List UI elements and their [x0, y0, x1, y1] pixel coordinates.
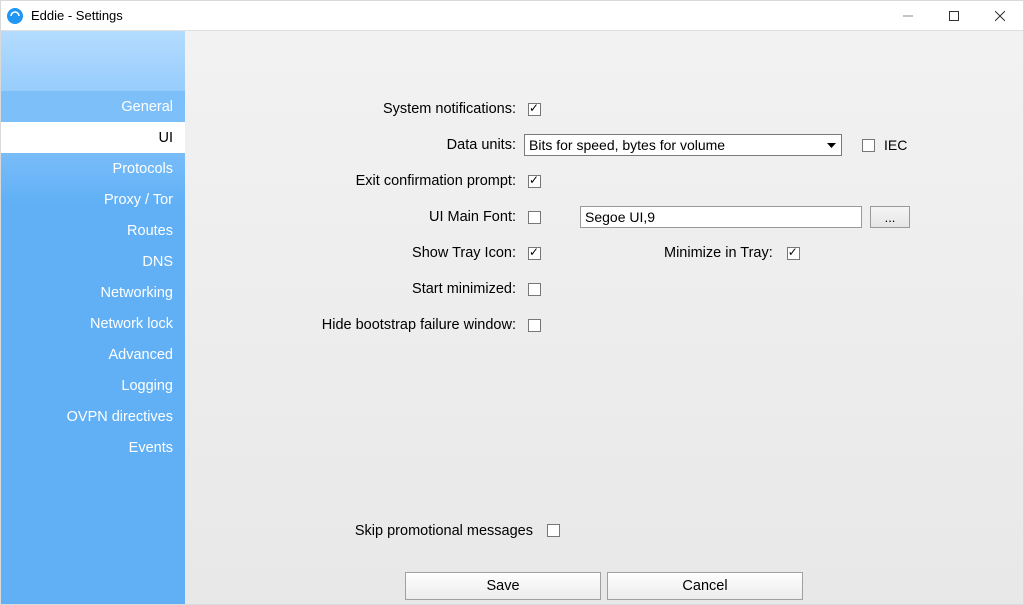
sidebar: General UI Protocols Proxy / Tor Routes … [1, 31, 185, 604]
show-tray-checkbox[interactable] [528, 247, 541, 260]
system-notifications-label: System notifications: [185, 101, 522, 117]
minimize-button[interactable] [885, 1, 931, 31]
ui-font-checkbox[interactable] [528, 211, 541, 224]
exit-confirm-checkbox[interactable] [528, 175, 541, 188]
settings-form: System notifications: Data units: Bits f… [185, 31, 1023, 343]
sidebar-item-label: OVPN directives [67, 409, 173, 425]
sidebar-item-label: General [121, 99, 173, 115]
data-units-select[interactable]: Bits for speed, bytes for volume [524, 134, 842, 156]
sidebar-item-networking[interactable]: Networking [1, 277, 185, 308]
ui-font-value: Segoe UI,9 [585, 209, 655, 225]
sidebar-item-routes[interactable]: Routes [1, 215, 185, 246]
ui-font-label: UI Main Font: [185, 209, 522, 225]
dropdown-icon [823, 136, 839, 154]
hide-bootstrap-checkbox[interactable] [528, 319, 541, 332]
save-button[interactable]: Save [405, 572, 601, 600]
skip-promo-row: Skip promotional messages [185, 521, 1023, 540]
sidebar-item-protocols[interactable]: Protocols [1, 153, 185, 184]
iec-label: IEC [884, 137, 907, 153]
sidebar-item-label: Events [129, 440, 173, 456]
app-icon [7, 8, 23, 24]
sidebar-item-label: Advanced [109, 347, 174, 363]
sidebar-item-label: UI [159, 130, 174, 146]
sidebar-item-advanced[interactable]: Advanced [1, 339, 185, 370]
sidebar-item-ovpn-directives[interactable]: OVPN directives [1, 401, 185, 432]
data-units-value: Bits for speed, bytes for volume [529, 137, 725, 153]
min-in-tray-label: Minimize in Tray: [664, 245, 773, 261]
close-button[interactable] [977, 1, 1023, 31]
settings-window: Eddie - Settings General UI Protocols Pr… [0, 0, 1024, 605]
cancel-button-label: Cancel [682, 578, 727, 594]
ui-font-browse-button[interactable]: ... [870, 206, 910, 228]
window-controls [885, 1, 1023, 31]
show-tray-label: Show Tray Icon: [185, 245, 522, 261]
sidebar-item-ui[interactable]: UI [1, 122, 185, 153]
exit-confirm-label: Exit confirmation prompt: [185, 173, 522, 189]
window-title: Eddie - Settings [31, 8, 123, 23]
settings-panel: System notifications: Data units: Bits f… [185, 31, 1023, 604]
sidebar-item-network-lock[interactable]: Network lock [1, 308, 185, 339]
cancel-button[interactable]: Cancel [607, 572, 803, 600]
start-minimized-checkbox[interactable] [528, 283, 541, 296]
maximize-button[interactable] [931, 1, 977, 31]
sidebar-item-label: Protocols [113, 161, 173, 177]
save-button-label: Save [486, 578, 519, 594]
titlebar: Eddie - Settings [1, 1, 1023, 31]
sidebar-item-label: Routes [127, 223, 173, 239]
skip-promo-checkbox[interactable] [547, 524, 560, 537]
body: General UI Protocols Proxy / Tor Routes … [1, 31, 1023, 604]
start-minimized-label: Start minimized: [185, 281, 522, 297]
skip-promo-label: Skip promotional messages [185, 523, 543, 539]
sidebar-item-label: Logging [121, 378, 173, 394]
sidebar-item-events[interactable]: Events [1, 432, 185, 463]
sidebar-item-proxy-tor[interactable]: Proxy / Tor [1, 184, 185, 215]
hide-bootstrap-label: Hide bootstrap failure window: [185, 317, 522, 333]
sidebar-item-label: Network lock [90, 316, 173, 332]
sidebar-item-logging[interactable]: Logging [1, 370, 185, 401]
sidebar-item-dns[interactable]: DNS [1, 246, 185, 277]
ui-font-browse-label: ... [885, 210, 896, 225]
sidebar-item-label: DNS [142, 254, 173, 270]
ui-font-input[interactable]: Segoe UI,9 [580, 206, 862, 228]
iec-checkbox[interactable] [862, 139, 875, 152]
data-units-label: Data units: [185, 137, 522, 153]
footer: Save Cancel [185, 572, 1023, 604]
sidebar-item-label: Networking [100, 285, 173, 301]
sidebar-item-label: Proxy / Tor [104, 192, 173, 208]
min-in-tray-checkbox[interactable] [787, 247, 800, 260]
sidebar-item-general[interactable]: General [1, 91, 185, 122]
system-notifications-checkbox[interactable] [528, 103, 541, 116]
